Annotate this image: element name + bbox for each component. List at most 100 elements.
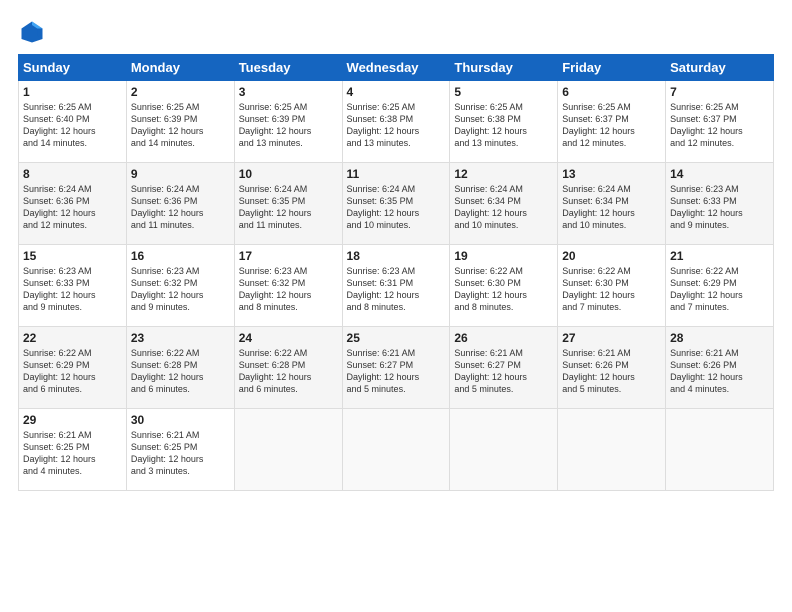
day-number: 14 <box>670 167 769 181</box>
day-number: 16 <box>131 249 230 263</box>
day-number: 29 <box>23 413 122 427</box>
day-number: 15 <box>23 249 122 263</box>
day-cell: 14 Sunrise: 6:23 AMSunset: 6:33 PMDaylig… <box>666 163 774 245</box>
day-info: Sunrise: 6:25 AMSunset: 6:40 PMDaylight:… <box>23 101 122 150</box>
day-info: Sunrise: 6:21 AMSunset: 6:25 PMDaylight:… <box>23 429 122 478</box>
weekday-header-tuesday: Tuesday <box>234 55 342 81</box>
day-info: Sunrise: 6:24 AMSunset: 6:35 PMDaylight:… <box>239 183 338 232</box>
week-row-5: 29 Sunrise: 6:21 AMSunset: 6:25 PMDaylig… <box>19 409 774 491</box>
day-info: Sunrise: 6:21 AMSunset: 6:25 PMDaylight:… <box>131 429 230 478</box>
day-number: 17 <box>239 249 338 263</box>
day-cell: 9 Sunrise: 6:24 AMSunset: 6:36 PMDayligh… <box>126 163 234 245</box>
weekday-header-monday: Monday <box>126 55 234 81</box>
day-info: Sunrise: 6:22 AMSunset: 6:29 PMDaylight:… <box>670 265 769 314</box>
day-cell <box>450 409 558 491</box>
day-number: 19 <box>454 249 553 263</box>
weekday-header-wednesday: Wednesday <box>342 55 450 81</box>
calendar-table: SundayMondayTuesdayWednesdayThursdayFrid… <box>18 54 774 491</box>
week-row-4: 22 Sunrise: 6:22 AMSunset: 6:29 PMDaylig… <box>19 327 774 409</box>
day-cell: 28 Sunrise: 6:21 AMSunset: 6:26 PMDaylig… <box>666 327 774 409</box>
day-info: Sunrise: 6:25 AMSunset: 6:37 PMDaylight:… <box>562 101 661 150</box>
day-info: Sunrise: 6:21 AMSunset: 6:26 PMDaylight:… <box>562 347 661 396</box>
day-cell: 17 Sunrise: 6:23 AMSunset: 6:32 PMDaylig… <box>234 245 342 327</box>
day-cell: 30 Sunrise: 6:21 AMSunset: 6:25 PMDaylig… <box>126 409 234 491</box>
day-info: Sunrise: 6:25 AMSunset: 6:39 PMDaylight:… <box>131 101 230 150</box>
day-number: 1 <box>23 85 122 99</box>
day-info: Sunrise: 6:22 AMSunset: 6:28 PMDaylight:… <box>239 347 338 396</box>
day-number: 18 <box>347 249 446 263</box>
day-info: Sunrise: 6:25 AMSunset: 6:38 PMDaylight:… <box>347 101 446 150</box>
day-info: Sunrise: 6:21 AMSunset: 6:27 PMDaylight:… <box>347 347 446 396</box>
day-info: Sunrise: 6:22 AMSunset: 6:30 PMDaylight:… <box>454 265 553 314</box>
day-info: Sunrise: 6:25 AMSunset: 6:39 PMDaylight:… <box>239 101 338 150</box>
day-cell: 24 Sunrise: 6:22 AMSunset: 6:28 PMDaylig… <box>234 327 342 409</box>
day-cell: 5 Sunrise: 6:25 AMSunset: 6:38 PMDayligh… <box>450 81 558 163</box>
day-number: 24 <box>239 331 338 345</box>
day-cell: 2 Sunrise: 6:25 AMSunset: 6:39 PMDayligh… <box>126 81 234 163</box>
day-cell: 19 Sunrise: 6:22 AMSunset: 6:30 PMDaylig… <box>450 245 558 327</box>
day-info: Sunrise: 6:23 AMSunset: 6:32 PMDaylight:… <box>239 265 338 314</box>
day-info: Sunrise: 6:23 AMSunset: 6:33 PMDaylight:… <box>23 265 122 314</box>
day-cell: 20 Sunrise: 6:22 AMSunset: 6:30 PMDaylig… <box>558 245 666 327</box>
day-number: 13 <box>562 167 661 181</box>
day-cell: 10 Sunrise: 6:24 AMSunset: 6:35 PMDaylig… <box>234 163 342 245</box>
day-cell: 15 Sunrise: 6:23 AMSunset: 6:33 PMDaylig… <box>19 245 127 327</box>
day-cell <box>558 409 666 491</box>
day-info: Sunrise: 6:23 AMSunset: 6:32 PMDaylight:… <box>131 265 230 314</box>
weekday-header-friday: Friday <box>558 55 666 81</box>
day-cell: 16 Sunrise: 6:23 AMSunset: 6:32 PMDaylig… <box>126 245 234 327</box>
day-info: Sunrise: 6:24 AMSunset: 6:34 PMDaylight:… <box>454 183 553 232</box>
day-number: 22 <box>23 331 122 345</box>
day-cell: 18 Sunrise: 6:23 AMSunset: 6:31 PMDaylig… <box>342 245 450 327</box>
logo <box>18 18 50 46</box>
day-info: Sunrise: 6:23 AMSunset: 6:33 PMDaylight:… <box>670 183 769 232</box>
week-row-3: 15 Sunrise: 6:23 AMSunset: 6:33 PMDaylig… <box>19 245 774 327</box>
day-info: Sunrise: 6:24 AMSunset: 6:36 PMDaylight:… <box>131 183 230 232</box>
weekday-header-saturday: Saturday <box>666 55 774 81</box>
day-cell: 23 Sunrise: 6:22 AMSunset: 6:28 PMDaylig… <box>126 327 234 409</box>
day-number: 20 <box>562 249 661 263</box>
day-number: 23 <box>131 331 230 345</box>
day-cell: 3 Sunrise: 6:25 AMSunset: 6:39 PMDayligh… <box>234 81 342 163</box>
day-info: Sunrise: 6:25 AMSunset: 6:38 PMDaylight:… <box>454 101 553 150</box>
day-number: 30 <box>131 413 230 427</box>
day-number: 6 <box>562 85 661 99</box>
day-number: 7 <box>670 85 769 99</box>
day-info: Sunrise: 6:22 AMSunset: 6:29 PMDaylight:… <box>23 347 122 396</box>
logo-icon <box>18 18 46 46</box>
weekday-header-row: SundayMondayTuesdayWednesdayThursdayFrid… <box>19 55 774 81</box>
day-info: Sunrise: 6:24 AMSunset: 6:36 PMDaylight:… <box>23 183 122 232</box>
day-cell: 4 Sunrise: 6:25 AMSunset: 6:38 PMDayligh… <box>342 81 450 163</box>
day-info: Sunrise: 6:24 AMSunset: 6:35 PMDaylight:… <box>347 183 446 232</box>
day-cell <box>234 409 342 491</box>
day-cell: 22 Sunrise: 6:22 AMSunset: 6:29 PMDaylig… <box>19 327 127 409</box>
day-cell: 8 Sunrise: 6:24 AMSunset: 6:36 PMDayligh… <box>19 163 127 245</box>
day-number: 10 <box>239 167 338 181</box>
day-number: 3 <box>239 85 338 99</box>
day-number: 12 <box>454 167 553 181</box>
week-row-2: 8 Sunrise: 6:24 AMSunset: 6:36 PMDayligh… <box>19 163 774 245</box>
day-cell: 7 Sunrise: 6:25 AMSunset: 6:37 PMDayligh… <box>666 81 774 163</box>
day-info: Sunrise: 6:21 AMSunset: 6:26 PMDaylight:… <box>670 347 769 396</box>
day-info: Sunrise: 6:25 AMSunset: 6:37 PMDaylight:… <box>670 101 769 150</box>
day-cell: 6 Sunrise: 6:25 AMSunset: 6:37 PMDayligh… <box>558 81 666 163</box>
day-info: Sunrise: 6:24 AMSunset: 6:34 PMDaylight:… <box>562 183 661 232</box>
day-info: Sunrise: 6:21 AMSunset: 6:27 PMDaylight:… <box>454 347 553 396</box>
day-cell: 13 Sunrise: 6:24 AMSunset: 6:34 PMDaylig… <box>558 163 666 245</box>
day-cell: 25 Sunrise: 6:21 AMSunset: 6:27 PMDaylig… <box>342 327 450 409</box>
day-number: 9 <box>131 167 230 181</box>
weekday-header-thursday: Thursday <box>450 55 558 81</box>
day-cell: 21 Sunrise: 6:22 AMSunset: 6:29 PMDaylig… <box>666 245 774 327</box>
day-number: 27 <box>562 331 661 345</box>
day-number: 8 <box>23 167 122 181</box>
week-row-1: 1 Sunrise: 6:25 AMSunset: 6:40 PMDayligh… <box>19 81 774 163</box>
day-number: 5 <box>454 85 553 99</box>
day-number: 25 <box>347 331 446 345</box>
day-info: Sunrise: 6:23 AMSunset: 6:31 PMDaylight:… <box>347 265 446 314</box>
day-info: Sunrise: 6:22 AMSunset: 6:30 PMDaylight:… <box>562 265 661 314</box>
day-cell: 12 Sunrise: 6:24 AMSunset: 6:34 PMDaylig… <box>450 163 558 245</box>
day-cell <box>342 409 450 491</box>
day-number: 26 <box>454 331 553 345</box>
day-cell: 1 Sunrise: 6:25 AMSunset: 6:40 PMDayligh… <box>19 81 127 163</box>
day-cell: 26 Sunrise: 6:21 AMSunset: 6:27 PMDaylig… <box>450 327 558 409</box>
